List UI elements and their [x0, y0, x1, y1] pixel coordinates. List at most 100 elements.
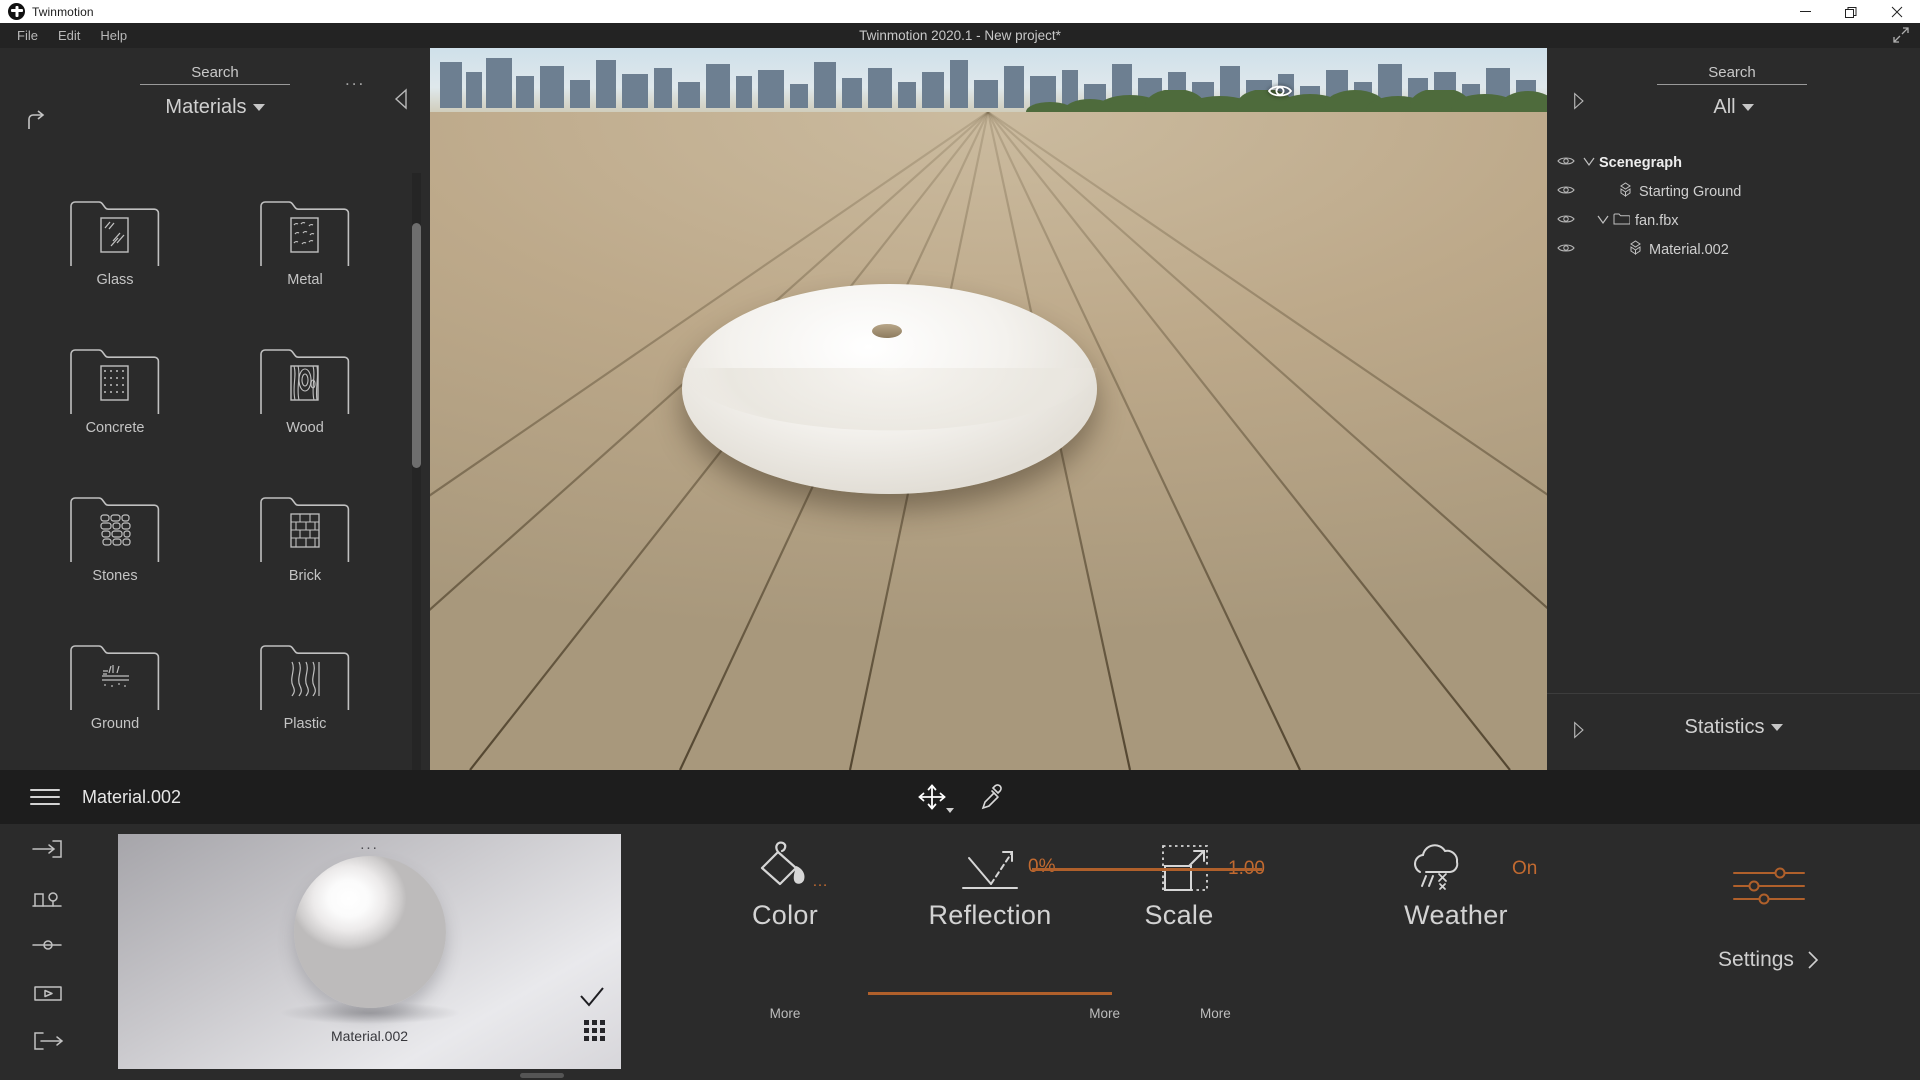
import-icon[interactable]: [31, 836, 65, 862]
scenegraph-search-input[interactable]: Search: [1657, 64, 1807, 85]
eyedropper-tool-button[interactable]: [979, 783, 1005, 811]
reflection-icon: [962, 851, 1018, 889]
material-preview-card[interactable]: ... Material.002: [118, 834, 621, 1069]
library-category-dropdown[interactable]: Materials: [0, 96, 430, 119]
library-folder-ground[interactable]: Ground: [20, 640, 210, 770]
window-app-name: Twinmotion: [32, 4, 94, 19]
scenegraph-panel: Search All Scenegraph Starting Ground fa…: [1547, 48, 1920, 770]
library-search-row: Search ...: [0, 62, 430, 110]
statistics-dropdown[interactable]: Statistics: [1547, 716, 1920, 739]
property-scale-iconrow: 1.00: [1032, 824, 1340, 898]
expand-chevron-icon[interactable]: [1579, 155, 1599, 170]
library-category-label: Materials: [165, 96, 247, 118]
library-folder-label: Concrete: [85, 420, 145, 436]
library-folder-label: Brick: [288, 568, 322, 584]
scenegraph-filter-dropdown[interactable]: All: [1547, 96, 1920, 119]
viewport-disc-hub: [872, 324, 902, 338]
scenegraph-row-material-002[interactable]: Material.002: [1547, 235, 1920, 264]
folder-wood-icon: [260, 349, 350, 414]
scenegraph-row-starting-ground[interactable]: Starting Ground: [1547, 177, 1920, 206]
material-preview-menu[interactable]: ...: [360, 837, 379, 852]
move-gizmo-icon: [918, 784, 946, 810]
statistics-label: Statistics: [1684, 716, 1765, 738]
window-controls: [1782, 0, 1920, 23]
library-folder-glass[interactable]: Glass: [20, 196, 210, 326]
material-grid-view-icon[interactable]: [584, 1020, 605, 1041]
dock-header: Material.002: [0, 770, 1920, 824]
close-button[interactable]: [1874, 0, 1920, 23]
library-folder-plastic[interactable]: Plastic: [210, 640, 400, 770]
restore-icon: [1845, 6, 1857, 18]
property-scale-more[interactable]: More: [1200, 1006, 1231, 1021]
property-scale[interactable]: 1.00 Scale More: [1032, 824, 1340, 1080]
object-placement-icon[interactable]: [31, 884, 65, 910]
scenegraph-row-fan-fbx[interactable]: fan.fbx: [1547, 206, 1920, 235]
material-preview-label: Material.002: [330, 1028, 409, 1044]
menu-bar: File Edit Help: [0, 23, 1920, 48]
visibility-eye-icon[interactable]: [1557, 155, 1579, 171]
library-folder-wood[interactable]: Wood: [210, 344, 400, 474]
settings-block[interactable]: Settings: [1654, 864, 1884, 972]
material-preview-sphere: [293, 856, 446, 1008]
export-icon[interactable]: [31, 1028, 65, 1054]
move-tool-options-caret[interactable]: [946, 808, 954, 813]
scenegraph-node-label: fan.fbx: [1635, 212, 1679, 229]
scenegraph-search-underline: [1657, 84, 1807, 85]
media-icon[interactable]: [31, 980, 65, 1006]
visibility-eye-icon[interactable]: [1557, 213, 1579, 229]
dock-horizontal-scrollbar[interactable]: [520, 1073, 564, 1078]
main-area: Search ... Materials Glass Metal Concret…: [0, 48, 1920, 770]
dock-body: ... Material.002 … Color More 0% Reflect…: [0, 824, 1920, 1080]
menu-help[interactable]: Help: [91, 25, 136, 46]
library-folder-label: Ground: [90, 716, 140, 732]
dock-menu-icon[interactable]: [30, 784, 60, 810]
menu-file[interactable]: File: [8, 25, 47, 46]
property-color-more[interactable]: More: [770, 1006, 801, 1021]
property-color-more-dots[interactable]: …: [812, 874, 830, 890]
sliders-icon: [1733, 867, 1805, 905]
scenegraph-search-placeholder: Search: [1708, 64, 1756, 81]
restore-button[interactable]: [1828, 0, 1874, 23]
weather-rain-icon: [1414, 844, 1459, 890]
slider-icon[interactable]: [31, 932, 65, 958]
visibility-eye-icon[interactable]: [1557, 242, 1579, 258]
viewport-3d[interactable]: [430, 48, 1547, 770]
property-reflection-slider[interactable]: [868, 992, 1112, 995]
expand-chevron-icon[interactable]: [1593, 213, 1613, 228]
scenegraph-filter-label: All: [1713, 96, 1736, 118]
scenegraph-node-label: Starting Ground: [1639, 183, 1742, 200]
property-weather[interactable]: On Weather: [1330, 824, 1590, 1080]
folder-concrete-icon: [70, 349, 160, 414]
library-more-menu[interactable]: ...: [345, 71, 365, 88]
dock-material-name: Material.002: [82, 786, 182, 807]
folder-plastic-icon: [260, 645, 350, 710]
window-title-bar: Twinmotion: [0, 0, 1920, 23]
library-folder-label: Stones: [92, 568, 138, 584]
property-scale-slider[interactable]: [1032, 868, 1262, 871]
folder-metal-icon: [260, 201, 350, 266]
library-scrollbar[interactable]: [412, 173, 421, 770]
library-folder-concrete[interactable]: Concrete: [20, 344, 210, 474]
chevron-down-icon: [252, 104, 265, 112]
scenegraph-row-scenegraph[interactable]: Scenegraph: [1547, 148, 1920, 177]
library-scrollbar-thumb[interactable]: [412, 223, 421, 468]
menu-edit[interactable]: Edit: [49, 25, 89, 46]
library-folder-label: Plastic: [283, 716, 327, 732]
visibility-eye-icon[interactable]: [1557, 184, 1579, 200]
viewport-visibility-eye-icon[interactable]: [1267, 78, 1293, 104]
library-folder-brick[interactable]: Brick: [210, 492, 400, 622]
library-search-input[interactable]: Search: [140, 64, 290, 85]
property-weather-label: Weather: [1404, 900, 1508, 930]
material-apply-check-icon[interactable]: [579, 986, 605, 1008]
library-folder-grid: Glass Metal Concrete Wood Stones Brick G…: [0, 176, 420, 770]
property-reflection-value: 0%: [1028, 856, 1056, 877]
library-folder-label: Metal: [287, 272, 323, 288]
folder-ground-icon: [70, 645, 160, 710]
settings-button[interactable]: Settings: [1654, 948, 1884, 972]
minimize-button[interactable]: [1782, 0, 1828, 23]
library-folder-stones[interactable]: Stones: [20, 492, 210, 622]
scenegraph-tree: Scenegraph Starting Ground fan.fbx Mater…: [1547, 148, 1920, 264]
move-tool-button[interactable]: [915, 782, 954, 813]
library-folder-metal[interactable]: Metal: [210, 196, 400, 326]
fullscreen-expand-icon[interactable]: [1892, 26, 1910, 44]
